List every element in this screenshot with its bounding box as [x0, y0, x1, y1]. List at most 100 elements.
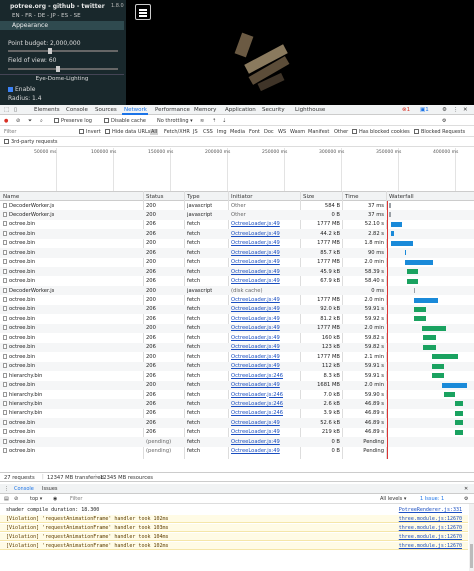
request-initiator[interactable]: OctreeLoader.js:49 [231, 259, 280, 265]
clear-console-icon[interactable]: ⊘ [14, 496, 18, 502]
waterfall-bar[interactable] [404, 250, 407, 256]
table-row[interactable]: hierarchy.bin 206 fetch OctreeLoader.js:246… [0, 399, 474, 409]
sidebar-toggle-icon[interactable]: ▤ [4, 496, 9, 502]
drawer-tab-issues[interactable]: Issues [42, 486, 58, 492]
table-row[interactable]: DecoderWorker.js 200 javascript Other 584 B 3… [0, 201, 474, 210]
request-initiator[interactable]: OctreeLoader.js:49 [231, 221, 280, 227]
waterfall-bar[interactable] [391, 221, 403, 227]
request-initiator[interactable]: OctreeLoader.js:49 [231, 335, 280, 341]
request-name[interactable]: hierarchy.bin [3, 400, 42, 407]
console-filter-input[interactable]: Filter [70, 496, 82, 502]
table-row[interactable]: octree.bin 206 fetch OctreeLoader.js:49 45.9… [0, 267, 474, 277]
table-row[interactable]: octree.bin 206 fetch OctreeLoader.js:49 44.2… [0, 229, 474, 239]
drawer-menu-icon[interactable]: ⋮ [4, 486, 9, 492]
console-settings-icon[interactable]: ⚙ [464, 496, 468, 502]
table-row[interactable]: octree.bin 206 fetch OctreeLoader.js:49 160 … [0, 333, 474, 342]
table-row[interactable]: octree.bin 200 fetch OctreeLoader.js:49 1681… [0, 380, 474, 390]
table-row[interactable]: DecoderWorker.js 200 javascript Other 0 B 37 … [0, 210, 474, 220]
request-name[interactable]: hierarchy.bin [3, 372, 42, 379]
console-source-link[interactable]: three.module.js:12670 [399, 534, 462, 540]
filter-type-ws[interactable]: WS [277, 129, 287, 135]
request-name[interactable]: octree.bin [3, 297, 35, 303]
request-initiator[interactable]: OctreeLoader.js:49 [231, 429, 280, 435]
table-row[interactable]: octree.bin 206 fetch OctreeLoader.js:49 85.7… [0, 248, 474, 258]
tab-elements[interactable]: Elements [34, 107, 60, 113]
filter-type-doc[interactable]: Doc [263, 129, 275, 135]
site-title-link[interactable]: potree.org - github - twitter [10, 3, 105, 10]
language-links[interactable]: EN - FR - DE - JP - ES - SE [12, 13, 81, 19]
waterfall-bar[interactable] [413, 316, 426, 322]
request-initiator[interactable]: OctreeLoader.js:246 [231, 392, 283, 398]
table-row[interactable]: octree.bin 206 fetch OctreeLoader.js:49 67.9… [0, 277, 474, 286]
console-source-link[interactable]: three.module.js:12670 [399, 525, 462, 531]
request-initiator[interactable]: OctreeLoader.js:49 [231, 269, 280, 275]
waterfall-bar[interactable] [431, 354, 458, 360]
request-initiator[interactable]: OctreeLoader.js:49 [231, 231, 280, 237]
request-initiator[interactable]: OctreeLoader.js:49 [231, 316, 280, 322]
table-row[interactable]: octree.bin 200 fetch OctreeLoader.js:49 1777… [0, 323, 474, 334]
appearance-header[interactable]: Appearance [0, 21, 124, 30]
tab-application[interactable]: Application [225, 107, 256, 113]
request-name[interactable]: octree.bin [3, 419, 35, 426]
filter-type-js[interactable]: JS [192, 129, 199, 135]
filter-type-other[interactable]: Other [333, 129, 349, 135]
hide-data-urls-checkbox[interactable]: Hide data URLs [105, 129, 150, 135]
filter-type-img[interactable]: Img [216, 129, 228, 135]
request-name[interactable]: hierarchy.bin [3, 391, 42, 398]
network-overview-timeline[interactable]: 50000 ms 100000 ms 150000 ms 200000 ms 25000… [0, 148, 474, 194]
filter-type-fetch-xhr[interactable]: Fetch/XHR [163, 129, 191, 135]
waterfall-bar[interactable] [454, 410, 463, 416]
console-source-link[interactable]: PotreeRenderer.js:331 [399, 507, 462, 513]
waterfall-bar[interactable] [454, 401, 463, 407]
request-name[interactable]: octree.bin [3, 306, 35, 312]
waterfall-bar[interactable] [454, 420, 463, 426]
issues-icon[interactable]: ▣1 [420, 107, 429, 113]
menu-toggle-button[interactable] [135, 4, 151, 20]
table-row[interactable]: hierarchy.bin 206 fetch OctreeLoader.js:246… [0, 371, 474, 380]
waterfall-bar[interactable] [432, 373, 444, 379]
waterfall-bar[interactable] [413, 297, 439, 303]
filter-type-all[interactable]: All [150, 129, 159, 135]
request-name[interactable]: octree.bin [3, 382, 35, 388]
request-initiator[interactable]: OctreeLoader.js:49 [231, 354, 280, 360]
checkbox-checked-icon[interactable] [8, 87, 13, 92]
request-name[interactable]: octree.bin [3, 221, 35, 227]
request-name[interactable]: DecoderWorker.js [3, 202, 54, 209]
throttling-select[interactable]: No throttling ▾ [157, 118, 193, 124]
preserve-log-checkbox[interactable]: Preserve log [54, 118, 92, 124]
table-row[interactable]: DecoderWorker.js 200 javascript (disk cache… [0, 286, 474, 296]
request-initiator[interactable]: OctreeLoader.js:49 [231, 363, 280, 369]
request-name[interactable]: octree.bin [3, 363, 35, 369]
waterfall-bar[interactable] [413, 306, 426, 312]
request-initiator[interactable]: OctreeLoader.js:246 [231, 410, 283, 416]
request-initiator[interactable]: OctreeLoader.js:246 [231, 373, 283, 379]
record-icon[interactable]: ● [4, 118, 8, 124]
waterfall-bar[interactable] [391, 240, 413, 246]
filter-type-font[interactable]: Font [248, 129, 261, 135]
slider-handle[interactable] [48, 48, 53, 54]
upload-icon[interactable]: ⇡ [212, 118, 216, 124]
settings-icon[interactable]: ⚙ [442, 107, 447, 113]
table-row[interactable]: octree.bin 206 fetch OctreeLoader.js:49 123 … [0, 342, 474, 353]
table-row[interactable]: octree.bin 200 fetch OctreeLoader.js:49 1777… [0, 296, 474, 305]
request-name[interactable]: octree.bin [3, 278, 35, 284]
tab-memory[interactable]: Memory [194, 107, 216, 113]
request-initiator[interactable]: OctreeLoader.js:49 [231, 250, 280, 256]
table-row[interactable]: hierarchy.bin 206 fetch OctreeLoader.js:246… [0, 390, 474, 399]
request-initiator[interactable]: OctreeLoader.js:49 [231, 325, 280, 331]
waterfall-bar[interactable] [389, 203, 391, 208]
waterfall-bar[interactable] [454, 429, 463, 435]
inspect-icon[interactable]: ⬚ [4, 107, 9, 113]
third-party-checkbox[interactable]: 3rd-party requests [4, 139, 58, 145]
table-row[interactable]: octree.bin 200 fetch OctreeLoader.js:49 1777… [0, 239, 474, 248]
column-size[interactable]: Size [303, 194, 314, 200]
filter-input[interactable]: Filter [4, 129, 16, 135]
tab-console[interactable]: Console [66, 107, 88, 113]
table-row[interactable]: octree.bin 200 fetch OctreeLoader.js:49 1777… [0, 352, 474, 361]
point-cloud-render[interactable] [228, 28, 298, 94]
slider-handle[interactable] [55, 66, 60, 72]
request-name[interactable]: hierarchy.bin [3, 410, 42, 416]
close-drawer-icon[interactable]: ✕ [464, 486, 468, 492]
settings-icon[interactable]: ⚙ [442, 118, 446, 124]
request-initiator[interactable]: OctreeLoader.js:49 [231, 382, 280, 388]
